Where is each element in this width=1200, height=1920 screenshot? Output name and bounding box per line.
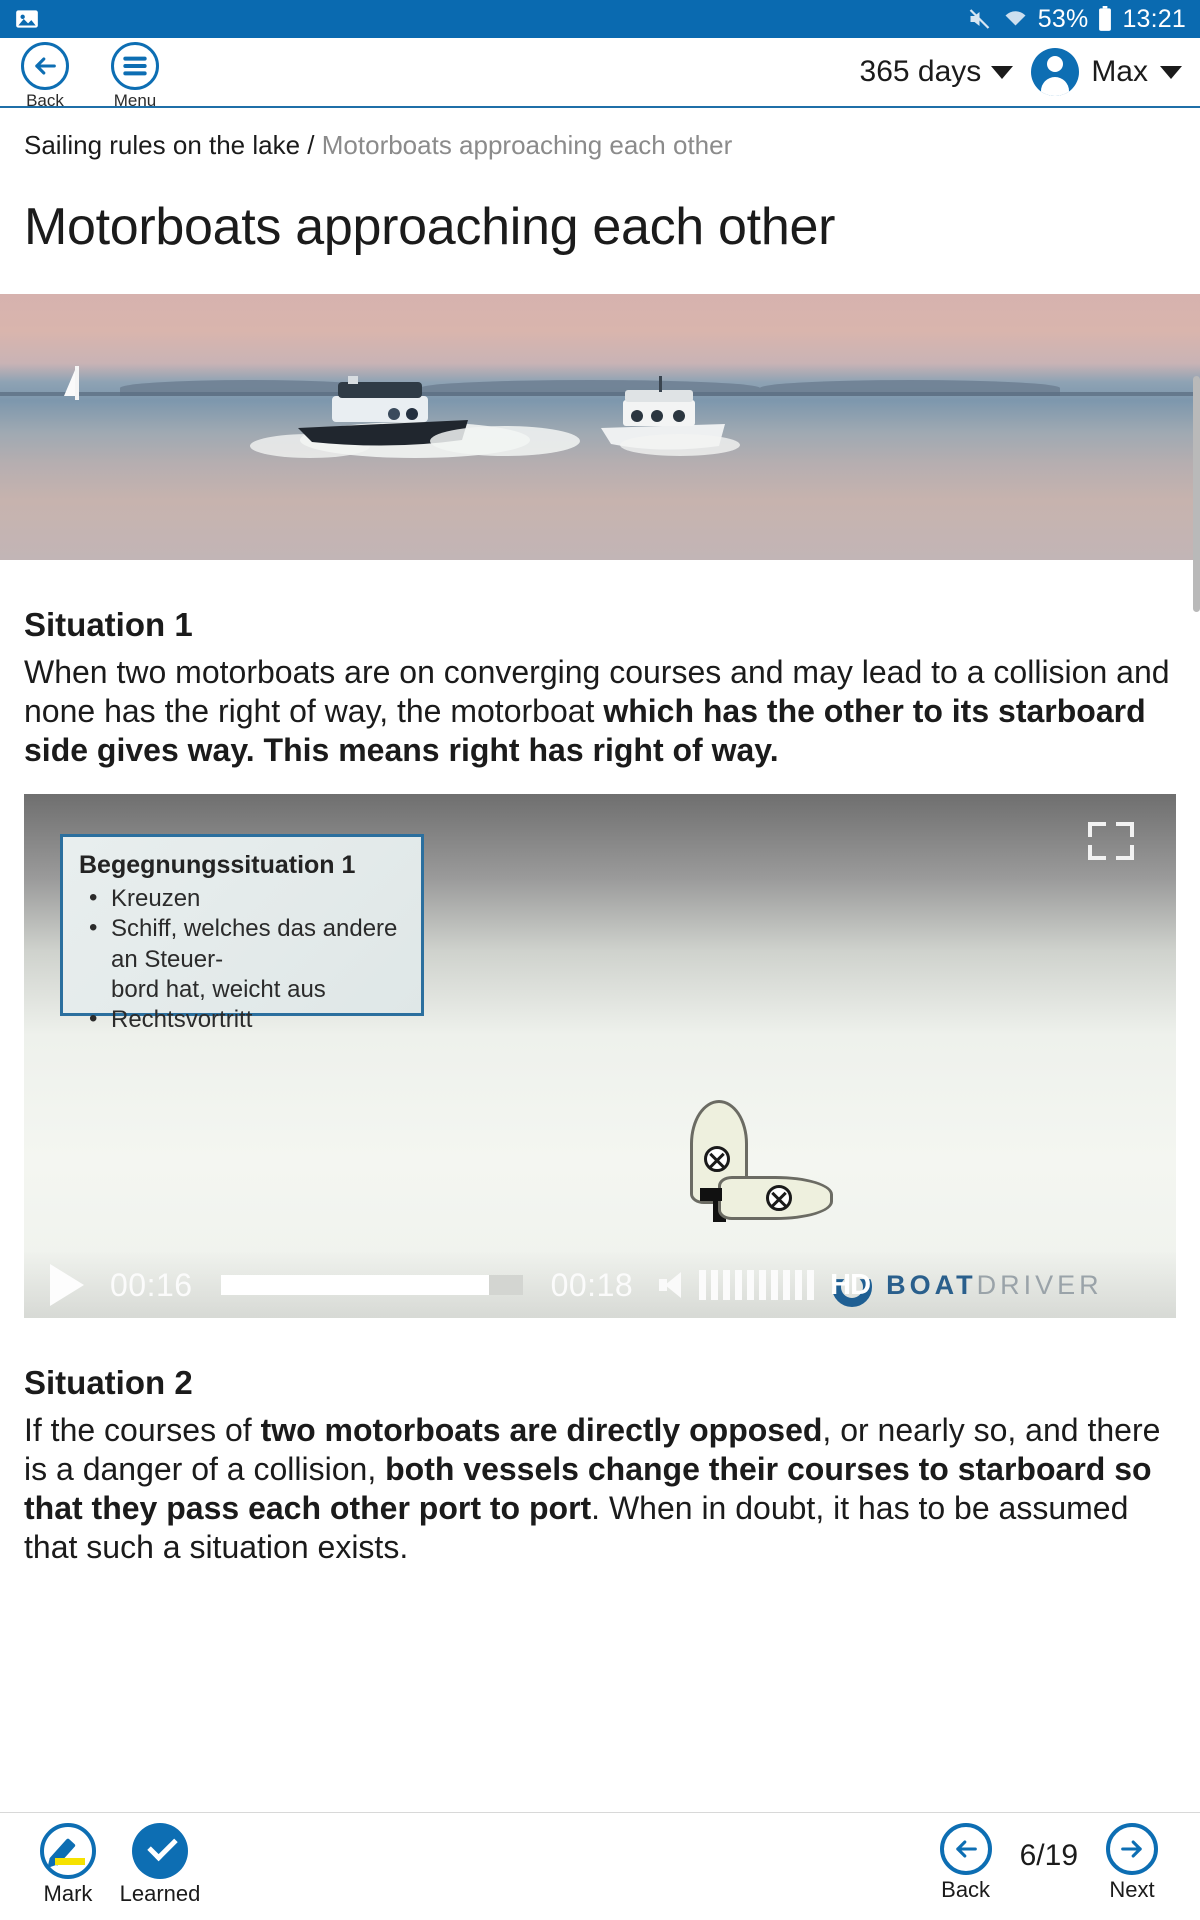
paragraph-run: If the courses of	[24, 1412, 261, 1449]
android-status-bar: 53% 13:21	[0, 0, 1200, 38]
breadcrumb-current: Motorboats approaching each other	[321, 130, 733, 160]
arrow-left-icon	[21, 42, 69, 90]
hero-photo-motorboats	[0, 294, 1200, 560]
vertical-scrollbar[interactable]	[1193, 376, 1200, 612]
user-menu[interactable]: Max	[1031, 48, 1182, 96]
boatdriver-logo: HD BOATDRIVER	[830, 1263, 1103, 1308]
status-bar-clock: 13:21	[1122, 4, 1186, 33]
section-heading: Situation 1	[24, 606, 193, 643]
volume-level-bars[interactable]	[699, 1270, 815, 1301]
status-bar-notifications	[14, 6, 40, 32]
hd-badge-icon: HD	[830, 1263, 886, 1308]
header-menu-button[interactable]: Menu	[90, 38, 180, 111]
fullscreen-icon[interactable]	[1088, 822, 1134, 861]
section-heading: Situation 2	[24, 1364, 193, 1402]
video-controls: 00:16 00:18 HD BOATDRIVER	[24, 1252, 1176, 1319]
hd-badge-label: HD	[830, 1269, 871, 1302]
video-progress-fill	[220, 1275, 490, 1296]
infobox-bullet: Rechtsvortritt	[85, 1004, 405, 1035]
pencil-marker-icon	[40, 1823, 96, 1879]
mute-icon	[966, 7, 993, 31]
video-current-time: 00:16	[110, 1266, 193, 1303]
subscription-label: 365 days	[859, 55, 982, 88]
pager-group: Back 6/19 Next	[920, 1823, 1178, 1903]
pager-next-button[interactable]: Next	[1086, 1823, 1178, 1903]
infobox-title: Begegnungssituation 1	[79, 851, 356, 880]
infobox-bullet: Schiff, welches das andere an Steuer-	[85, 913, 405, 974]
header-back-button[interactable]: Back	[0, 38, 90, 111]
user-name-label: Max	[1091, 55, 1148, 88]
page-indicator: 6/19	[1019, 1839, 1078, 1872]
mark-label: Mark	[43, 1881, 93, 1906]
subscription-dropdown[interactable]: 365 days	[860, 55, 1014, 89]
app-header: Back Menu 365 days Max	[0, 38, 1200, 111]
video-infobox: Begegnungssituation 1 Kreuzen Schiff, we…	[60, 834, 424, 1034]
status-bar-indicators: 53% 13:21	[966, 5, 1186, 34]
breadcrumb-parent[interactable]: Sailing rules on the lake	[24, 130, 300, 160]
image-notification-icon	[14, 6, 40, 32]
section-paragraph: If the courses of two motorboats are dir…	[24, 1411, 1176, 1567]
section-situation-2: Situation 2 If the courses of two motorb…	[0, 1364, 1200, 1567]
pager-back-button[interactable]: Back	[920, 1823, 1012, 1903]
learned-label: Learned	[119, 1881, 201, 1906]
video-player[interactable]: Begegnungssituation 1 Kreuzen Schiff, we…	[24, 794, 1176, 1319]
chevron-down-icon	[1160, 65, 1182, 79]
header-right-group: 365 days Max	[860, 38, 1200, 96]
pager-next-label: Next	[1109, 1877, 1155, 1902]
infobox-bullet-list: Kreuzen Schiff, welches das andere an St…	[85, 883, 405, 1035]
check-icon	[132, 1823, 188, 1879]
breadcrumb: Sailing rules on the lake / Motorboats a…	[0, 108, 1200, 161]
brand-wordmark: BOATDRIVER	[886, 1270, 1103, 1301]
hamburger-menu-icon	[111, 42, 159, 90]
diagram-boat-lower	[700, 1176, 833, 1220]
pager-back-label: Back	[941, 1877, 991, 1902]
avatar	[1031, 48, 1080, 96]
wifi-icon	[1002, 7, 1029, 31]
brand-bold: BOAT	[886, 1269, 977, 1300]
play-icon[interactable]	[50, 1264, 84, 1307]
battery-percent: 53%	[1037, 4, 1089, 33]
speaker-icon[interactable]	[659, 1272, 685, 1299]
arrow-right-icon	[1106, 1823, 1158, 1875]
chevron-down-icon	[991, 65, 1014, 79]
brand-light: DRIVER	[976, 1269, 1103, 1300]
page-title: Motorboats approaching each other	[24, 198, 836, 256]
infobox-bullet-continuation: bord hat, weicht aus	[111, 975, 326, 1003]
battery-icon	[1097, 6, 1113, 32]
learned-button[interactable]: Learned	[114, 1823, 206, 1907]
arrow-left-icon	[939, 1823, 992, 1875]
video-duration: 00:18	[550, 1266, 634, 1303]
infobox-bullet: Kreuzen	[85, 883, 405, 914]
paragraph-run-bold: two motorboats are directly opposed	[260, 1412, 823, 1449]
video-progress-slider[interactable]	[220, 1275, 523, 1296]
page-content: Sailing rules on the lake / Motorboats a…	[0, 108, 1200, 1920]
bottom-toolbar: Mark Learned Back 6/19 Next	[0, 1812, 1200, 1920]
section-paragraph: When two motorboats are on converging co…	[24, 653, 1176, 770]
mark-button[interactable]: Mark	[22, 1823, 114, 1907]
section-situation-1: Situation 1 When two motorboats are on c…	[0, 606, 1200, 770]
breadcrumb-separator: /	[307, 130, 315, 160]
sailboat-silhouette	[75, 366, 79, 400]
